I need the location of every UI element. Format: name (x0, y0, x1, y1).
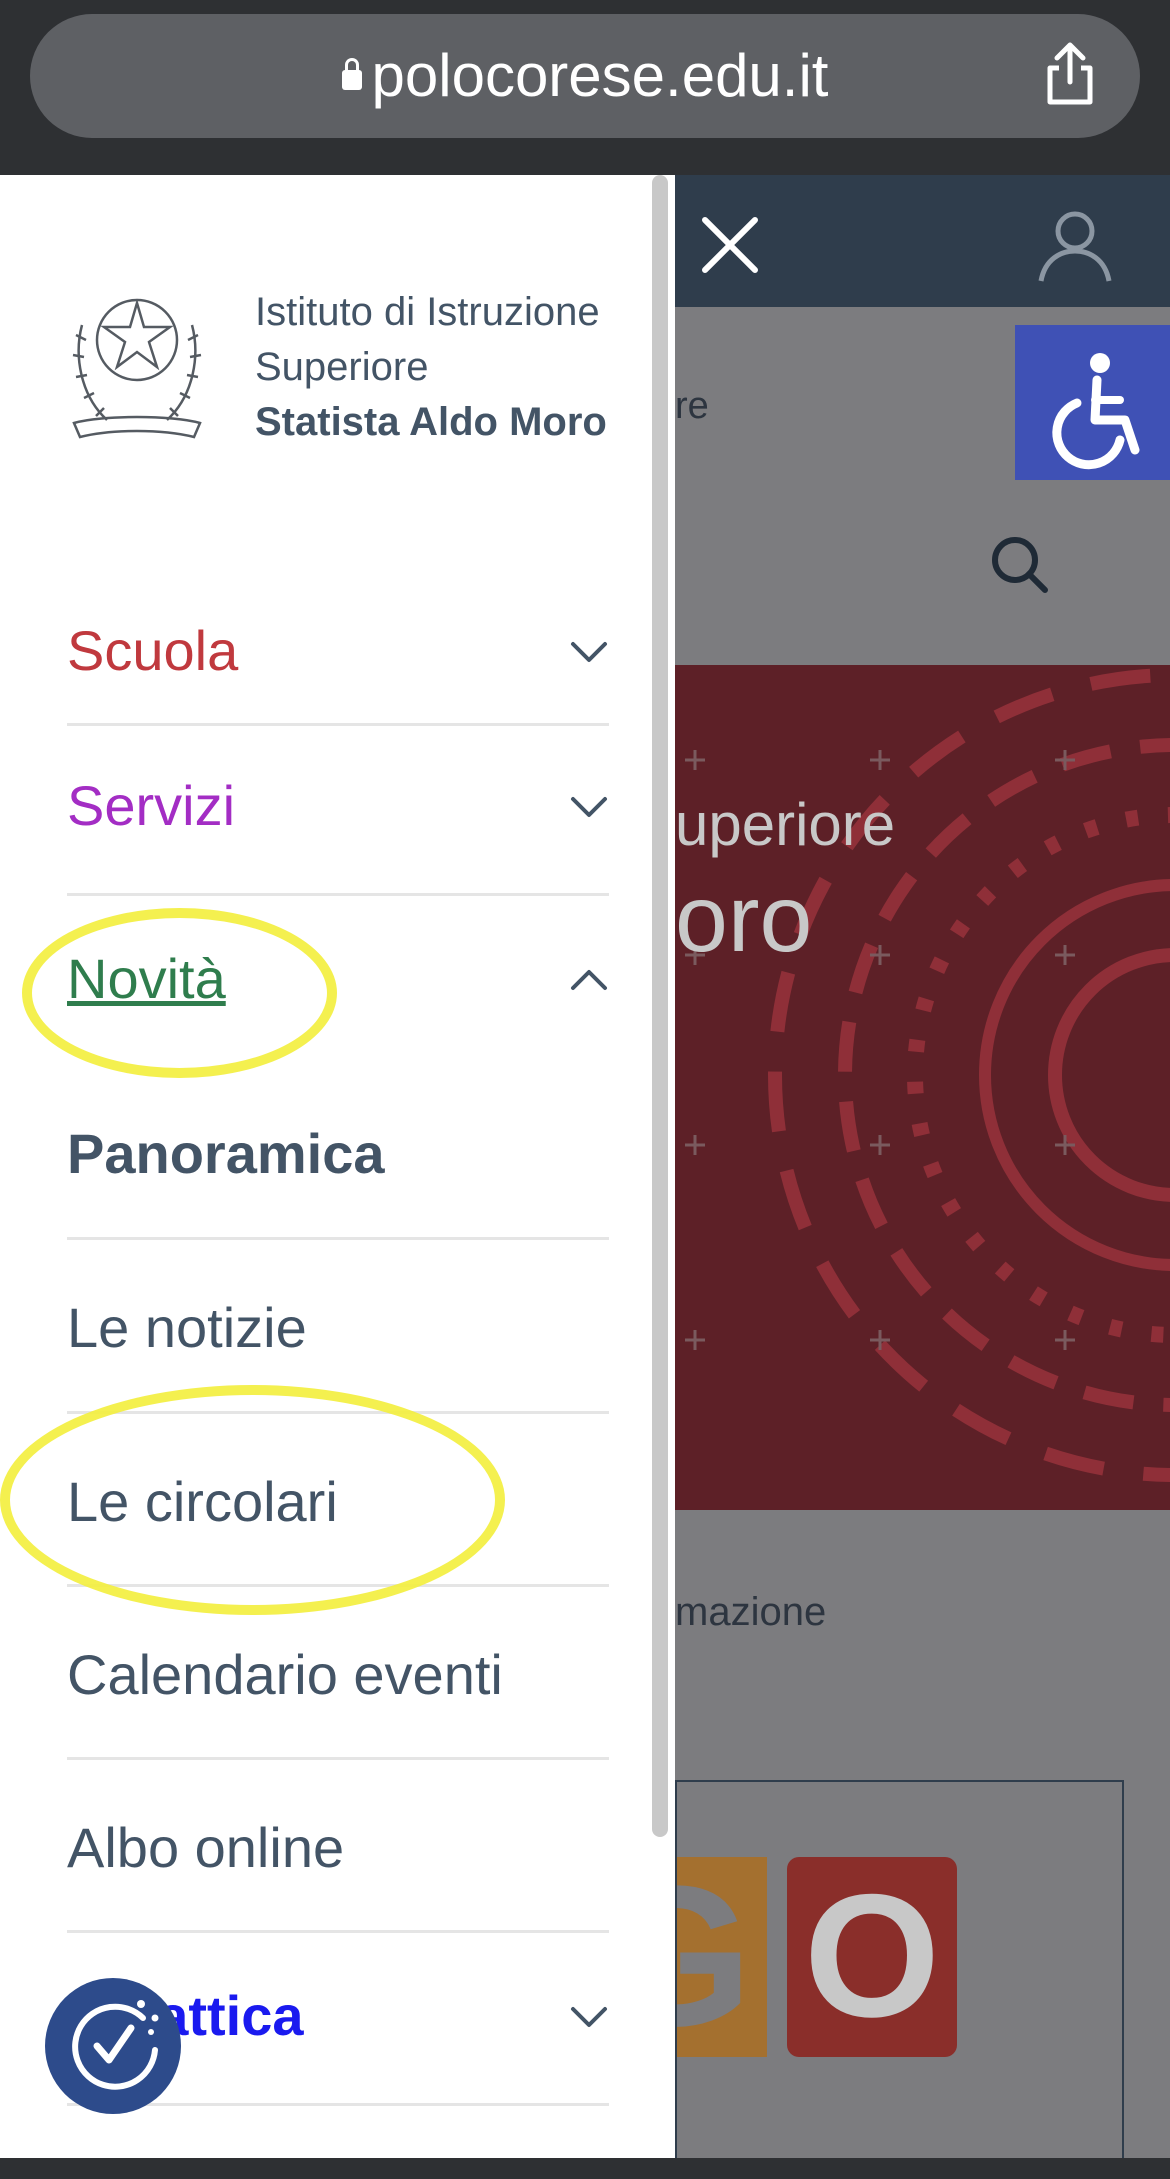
wheelchair-icon (1052, 353, 1140, 470)
menu-item-label: Servizi (67, 774, 236, 837)
site-header (675, 175, 1170, 307)
chevron-up-icon[interactable] (569, 968, 609, 992)
cookie-settings-button[interactable] (45, 1978, 181, 2114)
submenu-item-albo-online[interactable]: Albo online (67, 1760, 609, 1933)
hero-title-line2: oro (675, 866, 813, 972)
close-icon[interactable] (700, 215, 760, 275)
banner-letter-tile: O (787, 1857, 957, 2057)
banner-card[interactable]: G O (675, 1780, 1124, 2158)
drawer-scrollbar[interactable] (652, 175, 668, 1837)
school-name-line2: Superiore (255, 345, 429, 389)
lock-icon (341, 58, 362, 90)
banner-letter-tile: G (677, 1857, 767, 2057)
menu-item-servizi[interactable]: Servizi (67, 723, 609, 896)
background-partial-text-2: mazione (675, 1590, 827, 1634)
address-bar[interactable]: polocorese.edu.it (30, 14, 1140, 138)
submenu-item-label: Panoramica (67, 1122, 385, 1185)
submenu-item-panoramica[interactable]: Panoramica (67, 1066, 609, 1240)
search-icon[interactable] (985, 530, 1055, 600)
navigation-drawer: Istituto di Istruzione Superiore Statist… (0, 175, 675, 2158)
submenu-item-notizie[interactable]: Le notizie (67, 1240, 609, 1414)
submenu-item-label: Albo online (67, 1816, 345, 1879)
school-name-block[interactable]: Istituto di Istruzione Superiore Statist… (255, 285, 607, 450)
browser-toolbar: polocorese.edu.it (0, 0, 1170, 175)
user-icon[interactable] (1035, 205, 1115, 285)
submenu-item-calendario-eventi[interactable]: Calendario eventi (67, 1587, 609, 1760)
browser-bottom-bar (0, 2158, 1170, 2179)
italian-republic-emblem-icon (72, 298, 202, 439)
accessibility-button[interactable] (1015, 325, 1170, 480)
menu-item-label: Scuola (67, 619, 239, 682)
url-text-container: polocorese.edu.it (30, 14, 1140, 138)
cookie-check-icon (72, 2000, 159, 2090)
background-partial-text: re (675, 385, 709, 427)
background-page: re uperiore oro mazione O (675, 175, 1170, 2158)
school-name-line1: Istituto di Istruzione (255, 290, 600, 334)
chevron-down-icon[interactable] (569, 795, 609, 819)
hero-title-line1: uperiore (675, 791, 896, 858)
share-icon[interactable] (1040, 38, 1100, 108)
school-name-title: Statista Aldo Moro (255, 400, 607, 444)
hero-banner: uperiore oro (675, 665, 1170, 1510)
highlight-circle (0, 1385, 505, 1615)
highlight-circle (22, 908, 337, 1078)
submenu-item-label: Calendario eventi (67, 1643, 503, 1706)
chevron-down-icon[interactable] (569, 640, 609, 664)
menu-item-scuola[interactable]: Scuola (67, 590, 609, 726)
chevron-down-icon[interactable] (569, 2005, 609, 2029)
url-text: polocorese.edu.it (371, 42, 829, 109)
submenu-item-label: Le notizie (67, 1296, 307, 1359)
